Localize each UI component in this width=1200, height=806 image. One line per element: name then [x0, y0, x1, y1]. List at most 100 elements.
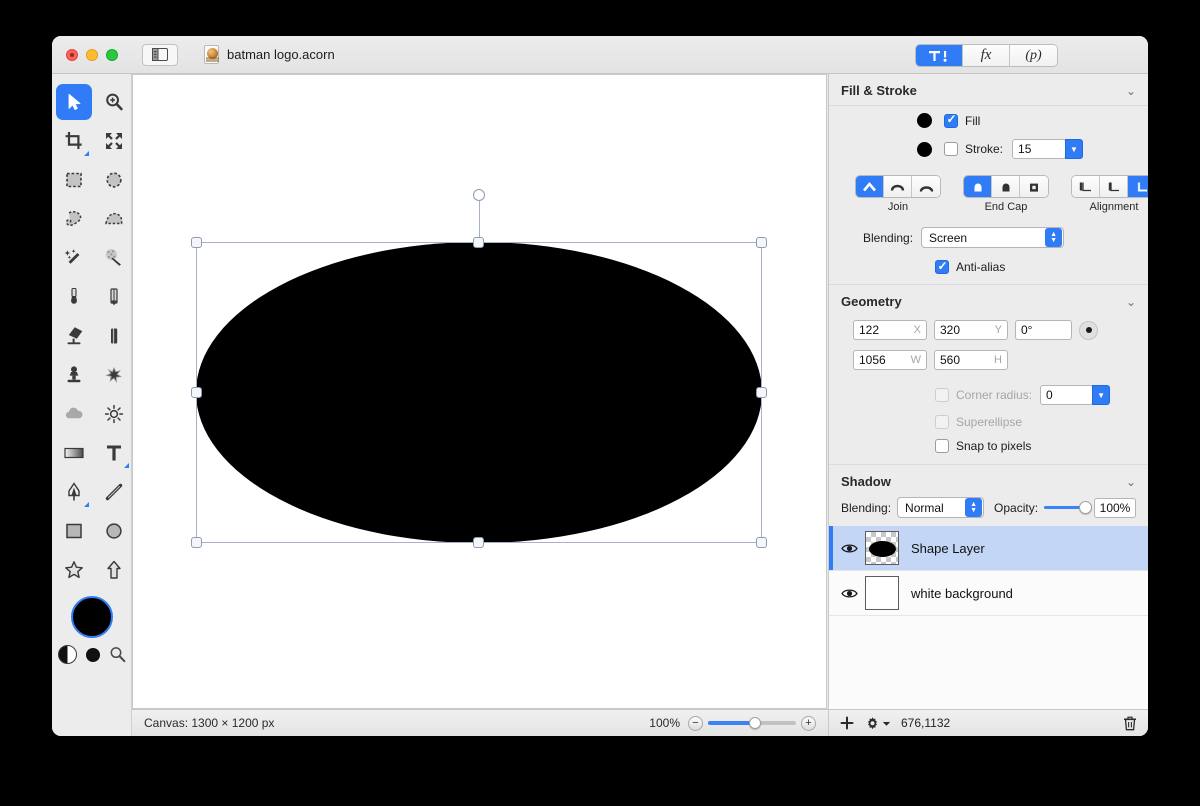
arrow-shape-tool[interactable] [96, 552, 132, 588]
snap-to-pixels-checkbox[interactable] [935, 439, 949, 453]
instant-alpha-tool[interactable] [96, 240, 132, 276]
resize-handle-top-left[interactable] [191, 237, 202, 248]
sidebar-toggle-button[interactable] [142, 43, 178, 66]
stroke-width-input[interactable]: 15 [1012, 139, 1067, 159]
stroke-width-stepper[interactable]: ▼ [1065, 139, 1084, 159]
line-tool[interactable] [96, 474, 132, 510]
alignment-button-group[interactable] [1071, 175, 1148, 198]
geometry-w-input[interactable]: 1056 W [853, 350, 927, 370]
shadow-header[interactable]: Shadow ⌄ [829, 465, 1148, 493]
shadow-blending-select[interactable]: Normal ▲ ▼ [897, 497, 985, 518]
canvas-scroll-view[interactable] [132, 74, 828, 709]
stroke-checkbox[interactable] [944, 142, 958, 156]
polygon-lasso-tool[interactable] [96, 201, 132, 237]
close-button[interactable] [66, 48, 78, 61]
chevron-down-icon[interactable]: ⌄ [1126, 475, 1136, 489]
end-cap-button-group[interactable] [963, 175, 1049, 198]
foreground-color-well[interactable] [71, 596, 113, 638]
geometry-x-input[interactable]: 122 X [853, 320, 927, 340]
resize-handle-top-center[interactable] [473, 237, 484, 248]
minimize-button[interactable] [86, 48, 98, 61]
resize-handle-bottom-left[interactable] [191, 537, 202, 548]
clone-stamp-tool[interactable] [56, 357, 92, 393]
geometry-h-input[interactable]: 560 H [934, 350, 1008, 370]
eye-icon[interactable] [839, 588, 859, 599]
move-tool[interactable] [56, 84, 92, 120]
zoom-slider-control[interactable]: − + [688, 715, 816, 731]
lasso-tool[interactable] [56, 201, 92, 237]
transform-tool[interactable] [96, 123, 132, 159]
color-loupe-icon[interactable] [109, 646, 126, 663]
butt-cap-icon[interactable] [964, 176, 992, 197]
tab-tools[interactable] [916, 45, 963, 66]
eraser-tool[interactable] [96, 318, 132, 354]
resize-handle-middle-left[interactable] [191, 386, 202, 398]
anti-alias-checkbox[interactable] [935, 259, 949, 274]
gradient-tool[interactable] [56, 435, 92, 471]
magic-wand-tool[interactable] [56, 240, 92, 276]
paint-bucket-tool[interactable] [56, 318, 92, 354]
shadow-opacity-track[interactable] [1044, 501, 1092, 514]
canvas-sheet[interactable] [132, 74, 827, 709]
plus-icon[interactable] [840, 716, 854, 730]
rotation-handle[interactable] [473, 189, 485, 201]
rectangular-select-tool[interactable] [56, 162, 92, 198]
round-cap-icon[interactable] [992, 176, 1020, 197]
stroke-color-swatch[interactable] [917, 141, 932, 157]
chevron-down-icon[interactable]: ⌄ [1126, 84, 1136, 98]
resize-handle-middle-right[interactable] [756, 386, 767, 398]
shadow-opacity-slider[interactable] [1044, 501, 1092, 514]
gear-icon[interactable] [865, 716, 890, 731]
geometry-rotation-input[interactable]: 0° [1015, 320, 1072, 340]
elliptical-select-tool[interactable] [96, 162, 132, 198]
blending-select[interactable]: Screen ▲ ▼ [921, 227, 1065, 248]
rectangle-tool[interactable] [56, 513, 92, 549]
align-center-icon[interactable] [1100, 176, 1128, 197]
fill-color-swatch[interactable] [917, 113, 932, 128]
resize-handle-bottom-center[interactable] [473, 537, 484, 548]
eye-icon[interactable] [839, 543, 859, 554]
miter-join-icon[interactable] [856, 176, 884, 197]
round-join-icon[interactable] [884, 176, 912, 197]
resize-handle-bottom-right[interactable] [756, 537, 767, 548]
bevel-join-icon[interactable] [912, 176, 940, 197]
smudge-tool[interactable] [96, 357, 132, 393]
geometry-y-input[interactable]: 320 Y [934, 320, 1008, 340]
trash-icon[interactable] [1123, 716, 1137, 731]
rotation-dial-icon[interactable] [1079, 320, 1098, 340]
square-cap-icon[interactable] [1020, 176, 1048, 197]
shadow-opacity-input[interactable]: 100% [1094, 497, 1136, 518]
pencil-tool[interactable] [96, 279, 132, 315]
align-inner-icon[interactable] [1072, 176, 1100, 197]
blur-tool[interactable] [56, 396, 92, 432]
tab-filters[interactable]: fx [963, 45, 1010, 66]
chevron-down-icon[interactable]: ⌄ [1126, 295, 1136, 309]
bezier-pen-tool[interactable] [56, 474, 92, 510]
text-tool[interactable] [96, 435, 132, 471]
ellipse-tool[interactable] [96, 513, 132, 549]
swap-colors-icon[interactable] [58, 645, 77, 664]
secondary-color-icon[interactable] [86, 647, 100, 662]
fill-checkbox[interactable] [944, 112, 958, 128]
join-button-group[interactable] [855, 175, 941, 198]
fill-stroke-header[interactable]: Fill & Stroke ⌄ [829, 74, 1148, 106]
zoom-out-icon[interactable]: − [688, 715, 703, 731]
zoom-slider-track[interactable] [708, 717, 796, 729]
geometry-header[interactable]: Geometry ⌄ [829, 285, 1148, 316]
align-outer-icon[interactable] [1128, 176, 1148, 197]
layer-row-background[interactable]: white background [829, 571, 1148, 616]
zoom-tool[interactable] [96, 84, 132, 120]
zoom-in-icon[interactable]: + [801, 715, 816, 731]
zoom-button[interactable] [106, 48, 118, 61]
layer-row-shape[interactable]: Shape Layer [829, 526, 1148, 571]
star-tool[interactable] [56, 552, 92, 588]
crop-tool[interactable] [56, 123, 92, 159]
document-chip[interactable]: batman logo.acorn [204, 45, 335, 64]
brush-tool[interactable] [56, 279, 92, 315]
shadow-opacity-knob[interactable] [1079, 501, 1092, 514]
layers-list[interactable]: Shape Layer white background [829, 526, 1148, 709]
dodge-tool[interactable] [96, 396, 132, 432]
inspector-tab-bar[interactable]: fx (p) [915, 44, 1058, 67]
zoom-slider-knob[interactable] [748, 717, 761, 729]
resize-handle-top-right[interactable] [756, 237, 767, 248]
